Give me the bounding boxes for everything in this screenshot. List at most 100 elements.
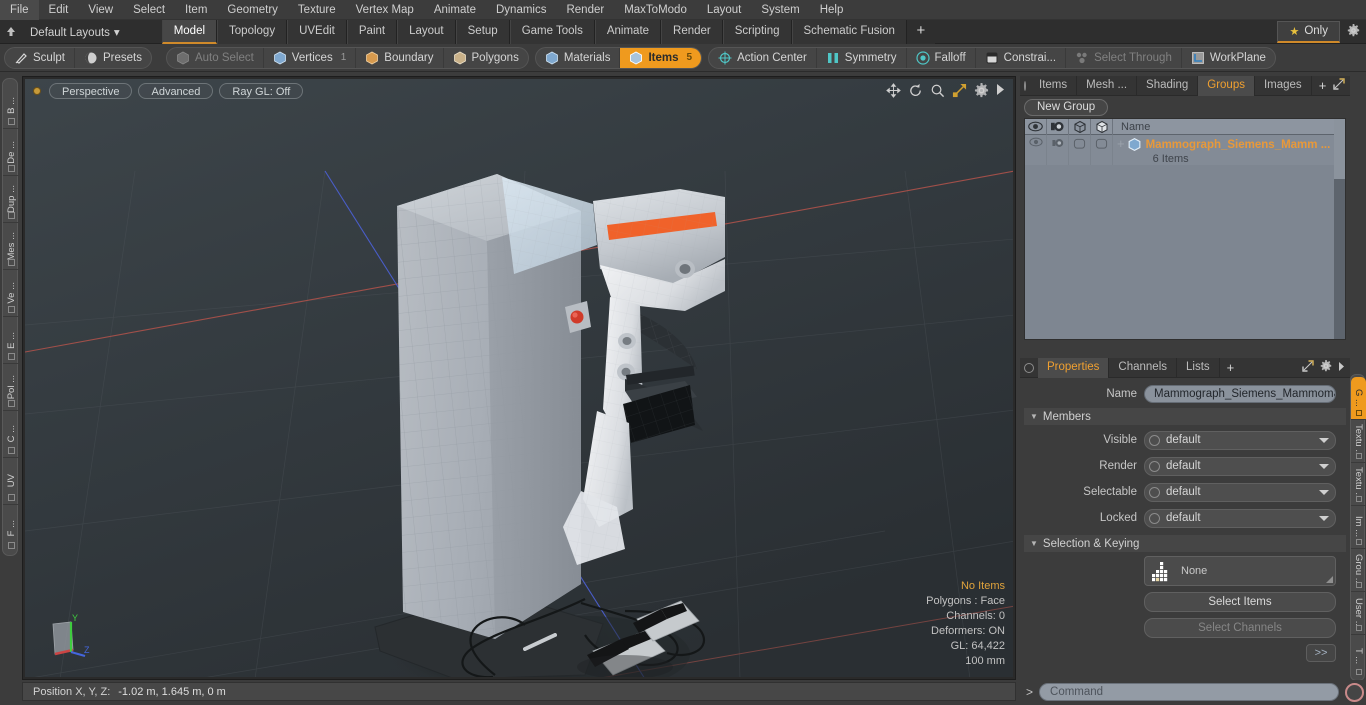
right-tab-tools[interactable]: T ... <box>1351 635 1366 678</box>
right-tab-groups[interactable]: G ... <box>1351 377 1366 420</box>
left-tab-fusion[interactable]: F ... <box>3 505 19 552</box>
rotate-icon[interactable] <box>908 83 923 98</box>
row-wire-toggle[interactable] <box>1069 135 1091 165</box>
viewport-shading-dropdown[interactable]: Advanced <box>138 83 214 99</box>
groups-list[interactable]: Name + Mammograph_Siemens_Mamm ... 6 Ite… <box>1024 118 1346 340</box>
right-tab-texture-2[interactable]: Textu ... <box>1351 463 1366 506</box>
tab-schematic-fusion[interactable]: Schematic Fusion <box>791 19 907 44</box>
menu-item-edit[interactable]: Edit <box>39 0 79 20</box>
right-tab-user[interactable]: User ... <box>1351 592 1366 635</box>
menu-item-select[interactable]: Select <box>123 0 175 20</box>
tab-render[interactable]: Render <box>661 19 723 44</box>
tab-game-tools[interactable]: Game Tools <box>509 19 595 44</box>
tab-setup[interactable]: Setup <box>455 19 510 44</box>
play-arrow-icon[interactable] <box>996 83 1005 98</box>
expand-more-button[interactable]: >> <box>1306 644 1336 662</box>
left-tab-deform[interactable]: De ... <box>3 129 19 176</box>
tab-lists[interactable]: Lists <box>1177 357 1220 378</box>
select-items-button[interactable]: Select Items <box>1144 592 1336 612</box>
table-row[interactable]: + Mammograph_Siemens_Mamm ... 6 Items <box>1025 135 1345 165</box>
tab-scripting[interactable]: Scripting <box>722 19 792 44</box>
groups-list-scrollbar[interactable] <box>1334 119 1345 339</box>
axis-gizmo[interactable]: Y Z <box>39 608 91 663</box>
tab-layout[interactable]: Layout <box>397 19 456 44</box>
selection-set-dropdown[interactable]: None <box>1144 556 1336 586</box>
new-group-button[interactable]: New Group <box>1024 98 1109 116</box>
select-channels-button[interactable]: Select Channels <box>1144 618 1336 638</box>
row-shaded-toggle[interactable] <box>1091 135 1113 165</box>
toolbar-boundary-button[interactable]: Boundary <box>356 47 444 68</box>
toolbar-symmetry-button[interactable]: Symmetry <box>817 47 907 68</box>
toolbar-action-center-button[interactable]: Action Center <box>709 47 817 68</box>
right-tab-texture-1[interactable]: Textu ... <box>1351 420 1366 463</box>
left-tab-curve[interactable]: C ... <box>3 411 19 458</box>
properties-add-tab-button[interactable]: + <box>1220 360 1242 375</box>
left-tab-mesh[interactable]: Mes ... <box>3 223 19 270</box>
fit-icon[interactable] <box>952 83 967 98</box>
row-title-row[interactable]: Mammograph_Siemens_Mamm ... <box>1127 137 1330 152</box>
toolbar-sculpt-button[interactable]: Sculpt <box>5 47 75 68</box>
toolbar-materials-button[interactable]: Materials <box>536 47 621 68</box>
properties-more-arrow-icon[interactable] <box>1338 361 1345 375</box>
menu-item-file[interactable]: File <box>0 0 39 20</box>
selection-keying-section-header[interactable]: ▼ Selection & Keying <box>1024 535 1346 552</box>
locked-dropdown[interactable]: default <box>1144 508 1336 528</box>
menu-item-dynamics[interactable]: Dynamics <box>486 0 556 20</box>
right-tab-groups-2[interactable]: Grou ... <box>1351 549 1366 592</box>
visible-dropdown[interactable]: default <box>1144 430 1336 450</box>
members-section-header[interactable]: ▼ Members <box>1024 408 1346 425</box>
menu-item-system[interactable]: System <box>751 0 809 20</box>
menu-item-render[interactable]: Render <box>556 0 614 20</box>
panel-menu-dot-icon[interactable] <box>1024 80 1026 91</box>
tab-uvedit[interactable]: UVEdit <box>287 19 347 44</box>
properties-menu-dot-icon[interactable] <box>1024 362 1034 373</box>
menu-item-item[interactable]: Item <box>175 0 217 20</box>
only-toggle-button[interactable]: ★ Only <box>1277 20 1340 43</box>
toolbar-select-through-button[interactable]: Select Through <box>1066 47 1182 68</box>
expand-row-icon[interactable]: + <box>1117 137 1125 151</box>
menu-item-help[interactable]: Help <box>810 0 854 20</box>
panel-tab-mesh[interactable]: Mesh ... <box>1077 75 1138 96</box>
home-arrow-icon[interactable] <box>0 21 22 43</box>
toolbar-auto-select-button[interactable]: Auto Select <box>167 47 264 68</box>
gear-icon[interactable] <box>974 83 989 98</box>
tab-properties[interactable]: Properties <box>1038 357 1110 378</box>
panel-tab-groups[interactable]: Groups <box>1198 75 1255 96</box>
left-tab-uv[interactable]: UV <box>3 458 19 505</box>
viewport-projection-dropdown[interactable]: Perspective <box>49 83 133 99</box>
tab-paint[interactable]: Paint <box>346 19 398 44</box>
3d-viewport[interactable]: Perspective Advanced Ray GL: Off Y Z No … <box>25 79 1013 677</box>
right-tab-images[interactable]: Im ... <box>1351 506 1366 549</box>
panel-add-tab-button[interactable]: + <box>1312 78 1334 93</box>
menu-item-maxtomodo[interactable]: MaxToModo <box>614 0 697 20</box>
gear-icon[interactable] <box>1340 23 1366 40</box>
selectable-dropdown[interactable]: default <box>1144 482 1336 502</box>
properties-gear-icon[interactable] <box>1320 360 1332 375</box>
menu-item-geometry[interactable]: Geometry <box>217 0 288 20</box>
toolbar-polygons-button[interactable]: Polygons <box>444 48 528 68</box>
toolbar-falloff-button[interactable]: Falloff <box>907 47 976 68</box>
toolbar-workplane-button[interactable]: WorkPlane <box>1182 48 1275 68</box>
tab-animate[interactable]: Animate <box>594 19 662 44</box>
groups-list-scroll-thumb[interactable] <box>1334 119 1345 179</box>
record-icon[interactable] <box>1345 682 1364 702</box>
panel-tab-shading[interactable]: Shading <box>1137 75 1199 96</box>
left-tab-basic[interactable]: B ... <box>3 82 19 129</box>
menu-item-layout[interactable]: Layout <box>697 0 752 20</box>
render-dropdown[interactable]: default <box>1144 456 1336 476</box>
tab-model[interactable]: Model <box>161 19 218 44</box>
toolbar-constraint-button[interactable]: Constrai... <box>976 47 1067 68</box>
panel-tab-items[interactable]: Items <box>1030 75 1078 96</box>
add-layout-tab-button[interactable]: + <box>906 19 935 44</box>
command-input[interactable]: Command <box>1039 683 1339 701</box>
default-layouts-dropdown[interactable]: Default Layouts ▾ <box>22 25 130 39</box>
left-tab-vertex[interactable]: Ve ... <box>3 270 19 317</box>
toolbar-vertices-button[interactable]: Vertices 1 <box>264 47 357 68</box>
left-tab-duplicate[interactable]: Dup ... <box>3 176 19 223</box>
panel-tab-images[interactable]: Images <box>1255 75 1312 96</box>
tab-channels[interactable]: Channels <box>1109 357 1178 378</box>
menu-item-animate[interactable]: Animate <box>424 0 486 20</box>
move-icon[interactable] <box>886 83 901 98</box>
toolbar-presets-button[interactable]: Presets <box>75 48 151 68</box>
left-tab-polygon[interactable]: Pol ... <box>3 364 19 411</box>
